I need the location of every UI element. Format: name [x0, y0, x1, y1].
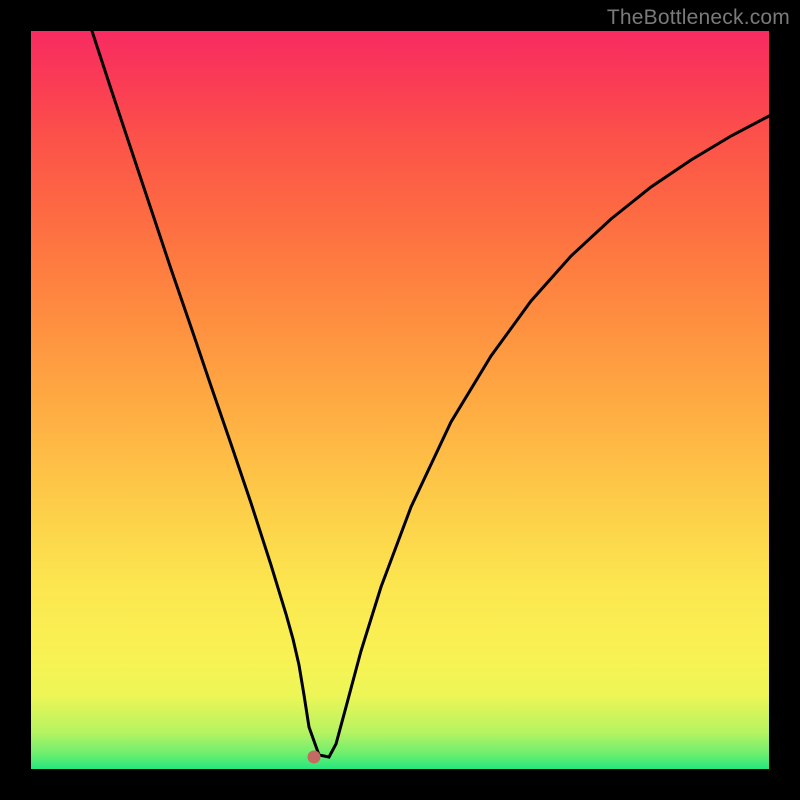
chart-frame: TheBottleneck.com	[0, 0, 800, 800]
bottleneck-curve	[92, 31, 769, 757]
min-point-marker	[308, 751, 321, 764]
plot-area	[31, 31, 769, 769]
chart-svg	[31, 31, 769, 769]
watermark-text: TheBottleneck.com	[607, 6, 790, 30]
